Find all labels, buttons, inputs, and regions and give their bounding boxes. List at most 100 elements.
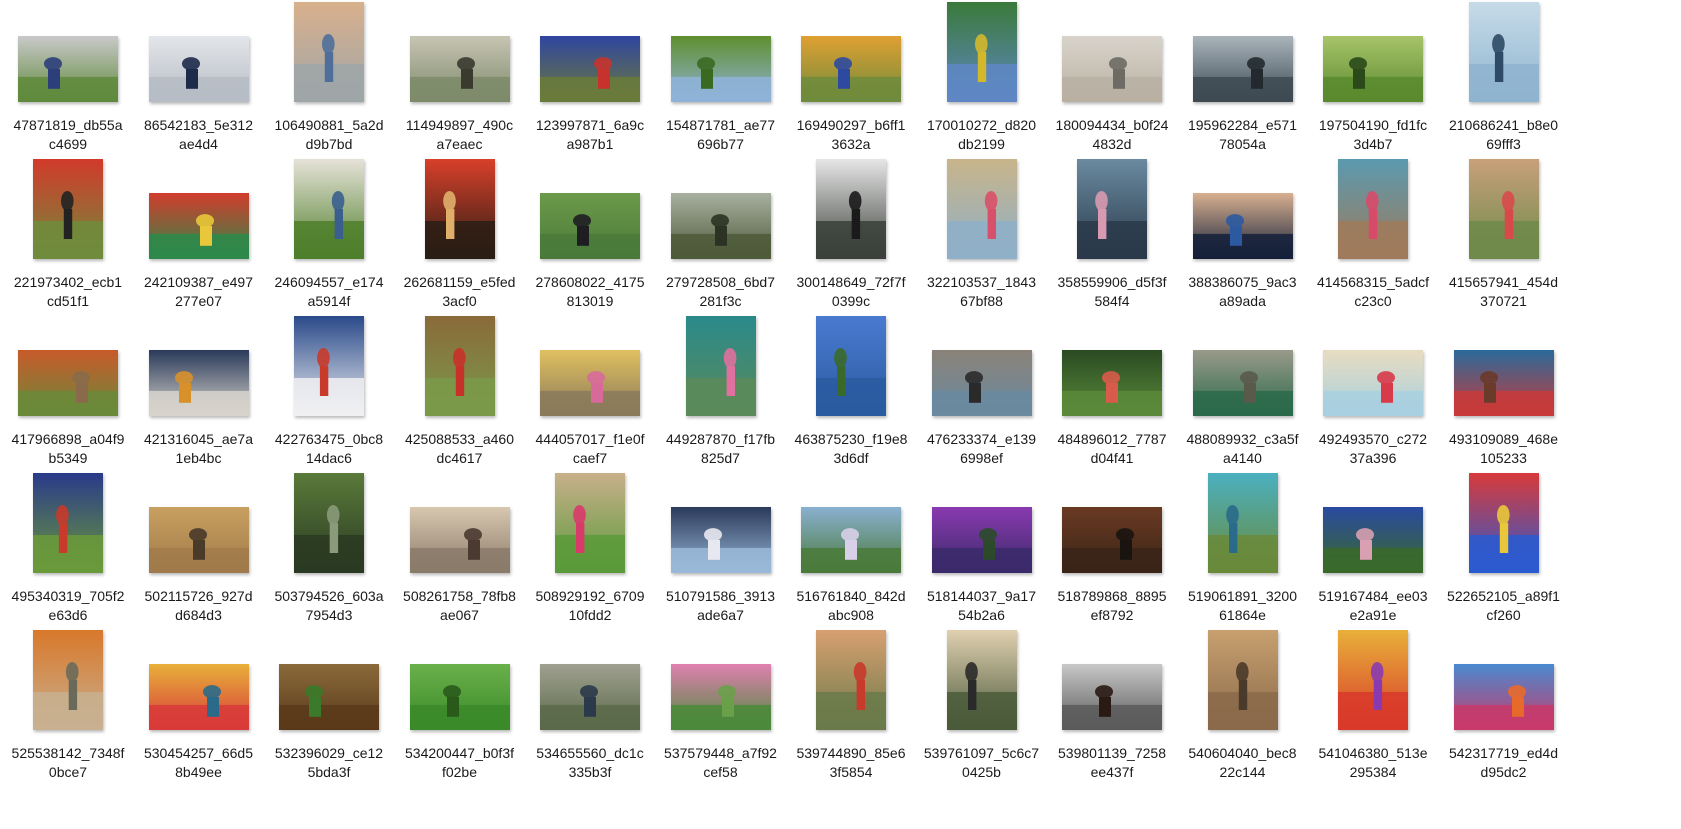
file-item[interactable]: 154871781_ae77 696b77 [651, 0, 791, 166]
file-item[interactable]: 518789868_8895 ef8792 [1042, 471, 1182, 637]
photo-thumbnail[interactable] [409, 36, 510, 102]
file-item[interactable]: 463875230_f19e8 3d6df [781, 314, 921, 480]
photo-thumbnail[interactable] [409, 664, 510, 730]
file-item[interactable]: 541046380_513e 295384 [1303, 628, 1443, 794]
photo-thumbnail[interactable] [1207, 630, 1278, 730]
file-item[interactable]: 530454257_66d5 8b49ee [129, 628, 269, 794]
file-item[interactable]: 221973402_ecb1 cd51f1 [0, 157, 138, 323]
photo-thumbnail[interactable] [1323, 36, 1423, 102]
photo-thumbnail[interactable] [1338, 159, 1408, 259]
file-item[interactable]: 516761840_842d abc908 [781, 471, 921, 637]
photo-thumbnail[interactable] [540, 193, 640, 259]
photo-thumbnail[interactable] [1453, 664, 1554, 730]
photo-thumbnail[interactable] [148, 193, 249, 259]
file-item[interactable]: 414568315_5adcf c23c0 [1303, 157, 1443, 323]
photo-thumbnail[interactable] [540, 664, 640, 730]
file-item[interactable]: 503794526_603a 7954d3 [259, 471, 399, 637]
photo-thumbnail[interactable] [1323, 507, 1423, 573]
file-item[interactable]: 488089932_c3a5f a4140 [1173, 314, 1313, 480]
photo-thumbnail[interactable] [148, 36, 249, 102]
file-item[interactable]: 415657941_454d 370721 [1434, 157, 1574, 323]
file-item[interactable]: 540604040_bec8 22c144 [1173, 628, 1313, 794]
photo-thumbnail[interactable] [33, 473, 103, 573]
photo-thumbnail[interactable] [931, 507, 1032, 573]
file-item[interactable]: 197504190_fd1fc 3d4b7 [1303, 0, 1443, 166]
file-item[interactable]: 525538142_7348f 0bce7 [0, 628, 138, 794]
photo-thumbnail[interactable] [424, 316, 495, 416]
file-item[interactable]: 532396029_ce12 5bda3f [259, 628, 399, 794]
file-item[interactable]: 425088533_a460 dc4617 [390, 314, 530, 480]
photo-thumbnail[interactable] [1192, 350, 1293, 416]
photo-thumbnail[interactable] [409, 507, 510, 573]
file-item[interactable]: 47871819_db55a c4699 [0, 0, 138, 166]
photo-thumbnail[interactable] [1453, 350, 1554, 416]
file-item[interactable]: 449287870_f17fb 825d7 [651, 314, 791, 480]
photo-thumbnail[interactable] [1062, 664, 1162, 730]
file-item[interactable]: 123997871_6a9c a987b1 [520, 0, 660, 166]
file-item[interactable]: 421316045_ae7a 1eb4bc [129, 314, 269, 480]
photo-thumbnail[interactable] [1468, 473, 1539, 573]
photo-thumbnail[interactable] [946, 630, 1017, 730]
photo-thumbnail[interactable] [946, 159, 1017, 259]
photo-thumbnail[interactable] [294, 159, 364, 259]
file-item[interactable]: 508261758_78fb8 ae067 [390, 471, 530, 637]
file-item[interactable]: 322103537_1843 67bf88 [912, 157, 1052, 323]
photo-thumbnail[interactable] [148, 507, 249, 573]
photo-thumbnail[interactable] [946, 2, 1017, 102]
file-item[interactable]: 388386075_9ac3 a89ada [1173, 157, 1313, 323]
photo-thumbnail[interactable] [1338, 630, 1408, 730]
photo-thumbnail[interactable] [148, 664, 249, 730]
photo-thumbnail[interactable] [1323, 350, 1423, 416]
photo-thumbnail[interactable] [685, 316, 756, 416]
photo-thumbnail[interactable] [1207, 473, 1278, 573]
photo-thumbnail[interactable] [1062, 36, 1162, 102]
file-item[interactable]: 170010272_d820 db2199 [912, 0, 1052, 166]
file-item[interactable]: 169490297_b6ff1 3632a [781, 0, 921, 166]
photo-thumbnail[interactable] [1062, 507, 1162, 573]
file-item[interactable]: 444057017_f1e0f caef7 [520, 314, 660, 480]
photo-thumbnail[interactable] [670, 193, 771, 259]
file-item[interactable]: 537579448_a7f92 cef58 [651, 628, 791, 794]
photo-thumbnail[interactable] [1077, 159, 1147, 259]
file-item[interactable]: 522652105_a89f1 cf260 [1434, 471, 1574, 637]
file-item[interactable]: 422763475_0bc8 14dac6 [259, 314, 399, 480]
file-item[interactable]: 300148649_72f7f 0399c [781, 157, 921, 323]
file-item[interactable]: 484896012_7787 d04f41 [1042, 314, 1182, 480]
file-item[interactable]: 180094434_b0f24 4832d [1042, 0, 1182, 166]
photo-thumbnail[interactable] [540, 36, 640, 102]
photo-thumbnail[interactable] [279, 664, 379, 730]
file-item[interactable]: 534655560_dc1c 335b3f [520, 628, 660, 794]
photo-thumbnail[interactable] [816, 630, 886, 730]
photo-thumbnail[interactable] [294, 316, 364, 416]
file-item[interactable]: 508929192_6709 10fdd2 [520, 471, 660, 637]
file-item[interactable]: 279728508_6bd7 281f3c [651, 157, 791, 323]
photo-thumbnail[interactable] [670, 664, 771, 730]
photo-thumbnail[interactable] [33, 630, 103, 730]
photo-thumbnail[interactable] [801, 36, 901, 102]
file-item[interactable]: 519061891_3200 61864e [1173, 471, 1313, 637]
photo-thumbnail[interactable] [816, 316, 886, 416]
photo-thumbnail[interactable] [1468, 159, 1539, 259]
file-item[interactable]: 195962284_e571 78054a [1173, 0, 1313, 166]
file-item[interactable]: 502115726_927d d684d3 [129, 471, 269, 637]
file-item[interactable]: 106490881_5a2d d9b7bd [259, 0, 399, 166]
file-item[interactable]: 542317719_ed4d d95dc2 [1434, 628, 1574, 794]
photo-thumbnail[interactable] [1192, 36, 1293, 102]
photo-thumbnail[interactable] [1192, 193, 1293, 259]
file-item[interactable]: 278608022_4175 813019 [520, 157, 660, 323]
file-item[interactable]: 262681159_e5fed 3acf0 [390, 157, 530, 323]
file-item[interactable]: 519167484_ee03 e2a91e [1303, 471, 1443, 637]
file-item[interactable]: 518144037_9a17 54b2a6 [912, 471, 1052, 637]
photo-thumbnail[interactable] [540, 350, 640, 416]
file-item[interactable]: 495340319_705f2 e63d6 [0, 471, 138, 637]
photo-thumbnail[interactable] [18, 350, 118, 416]
file-item[interactable]: 417966898_a04f9 b5349 [0, 314, 138, 480]
photo-thumbnail[interactable] [33, 159, 103, 259]
photo-thumbnail[interactable] [294, 2, 364, 102]
file-item[interactable]: 86542183_5e312 ae4d4 [129, 0, 269, 166]
photo-thumbnail[interactable] [931, 350, 1032, 416]
file-item[interactable]: 534200447_b0f3f f02be [390, 628, 530, 794]
photo-thumbnail[interactable] [424, 159, 495, 259]
photo-thumbnail[interactable] [816, 159, 886, 259]
file-item[interactable]: 492493570_c272 37a396 [1303, 314, 1443, 480]
